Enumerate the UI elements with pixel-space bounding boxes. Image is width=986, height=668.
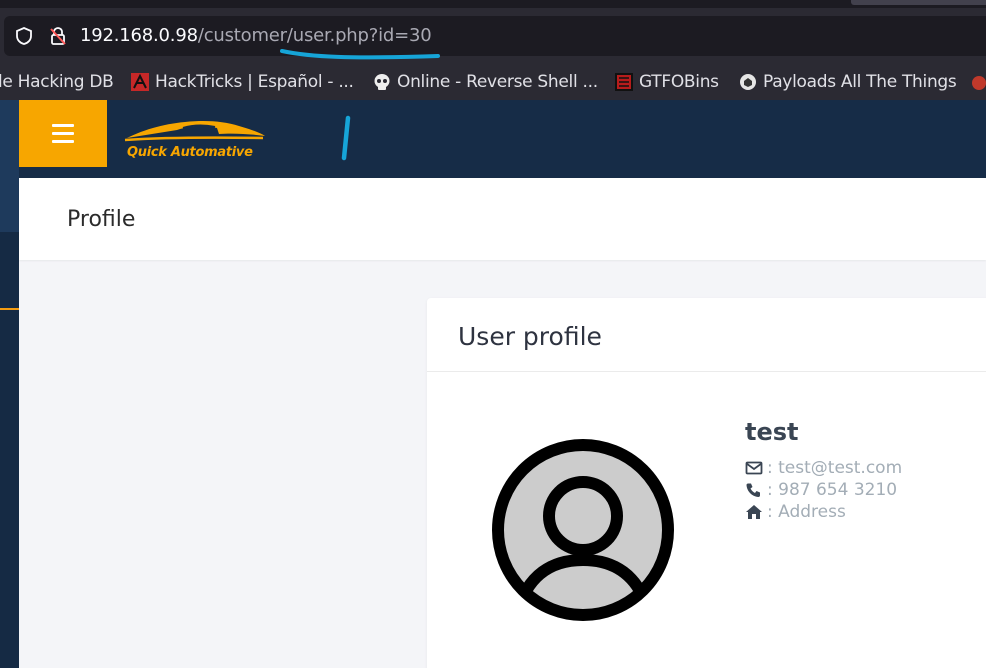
url-text[interactable]: 192.168.0.98/customer/user.php?id=30: [80, 25, 432, 47]
sidebar-header: [0, 100, 19, 232]
menu-toggle-button[interactable]: [19, 100, 107, 167]
browser-toolbar: 192.168.0.98/customer/user.php?id=30: [0, 8, 986, 64]
user-email-row: : test@test.com: [745, 458, 902, 478]
bookmarks-bar: le Hacking DB HackTricks | Español - ...…: [0, 64, 986, 100]
bookmark-label: Online - Reverse Shell ...: [397, 72, 598, 92]
page-title: Profile: [67, 207, 136, 232]
hamburger-icon: [52, 122, 74, 146]
bookmark-payloads[interactable]: Payloads All The Things: [739, 71, 957, 93]
bookmark-overflow-icon[interactable]: [970, 74, 986, 92]
bookmark-label: GTFOBins: [639, 72, 719, 92]
phone-icon: [746, 483, 760, 497]
bookmark-hacktricks[interactable]: HackTricks | Español - ...: [131, 71, 354, 93]
url-host: 192.168.0.98: [80, 25, 198, 46]
sidebar: [0, 100, 19, 668]
user-name: test: [745, 418, 799, 446]
card-title: User profile: [458, 322, 602, 351]
bookmark-gtfobins[interactable]: GTFOBins: [615, 71, 719, 93]
hacktricks-icon: [131, 73, 149, 91]
user-address-row: : Address: [745, 502, 846, 522]
user-phone: : 987 654 3210: [767, 480, 898, 500]
bookmark-label: Payloads All The Things: [763, 72, 957, 92]
annotation-underline: [280, 49, 440, 60]
bookmark-label: le Hacking DB: [0, 72, 114, 92]
url-path: /customer/user.php?id=30: [197, 25, 432, 46]
shield-icon[interactable]: [14, 26, 34, 46]
user-email: : test@test.com: [767, 458, 903, 478]
address-bar[interactable]: 192.168.0.98/customer/user.php?id=30: [4, 16, 986, 56]
skull-icon: [374, 74, 390, 90]
bookmark-reverse-shell[interactable]: Online - Reverse Shell ...: [373, 71, 598, 93]
sidebar-divider: [0, 308, 19, 310]
tab-edge[interactable]: [851, 0, 986, 5]
page-header: Profile: [19, 178, 986, 260]
user-phone-row: : 987 654 3210: [745, 480, 897, 500]
bookmark-label: HackTricks | Español - ...: [155, 72, 354, 92]
user-address: : Address: [767, 502, 846, 522]
envelope-icon: [745, 461, 763, 475]
bookmark-hacking-db[interactable]: le Hacking DB: [0, 71, 114, 93]
page-viewport: Quick Automative Profile User profile te…: [0, 100, 986, 668]
window-top-strip: [0, 0, 986, 8]
avatar-icon: [492, 439, 674, 621]
gtfobins-icon: [615, 73, 633, 91]
payloads-icon: [740, 74, 756, 90]
logo-text: Quick Automative: [127, 145, 253, 160]
insecure-lock-icon[interactable]: [48, 26, 68, 46]
card-header: User profile: [427, 298, 986, 372]
top-navbar: Quick Automative: [19, 100, 986, 190]
user-profile-card: User profile test : test@test.com: 987 …: [427, 298, 986, 668]
home-icon: [746, 505, 762, 519]
